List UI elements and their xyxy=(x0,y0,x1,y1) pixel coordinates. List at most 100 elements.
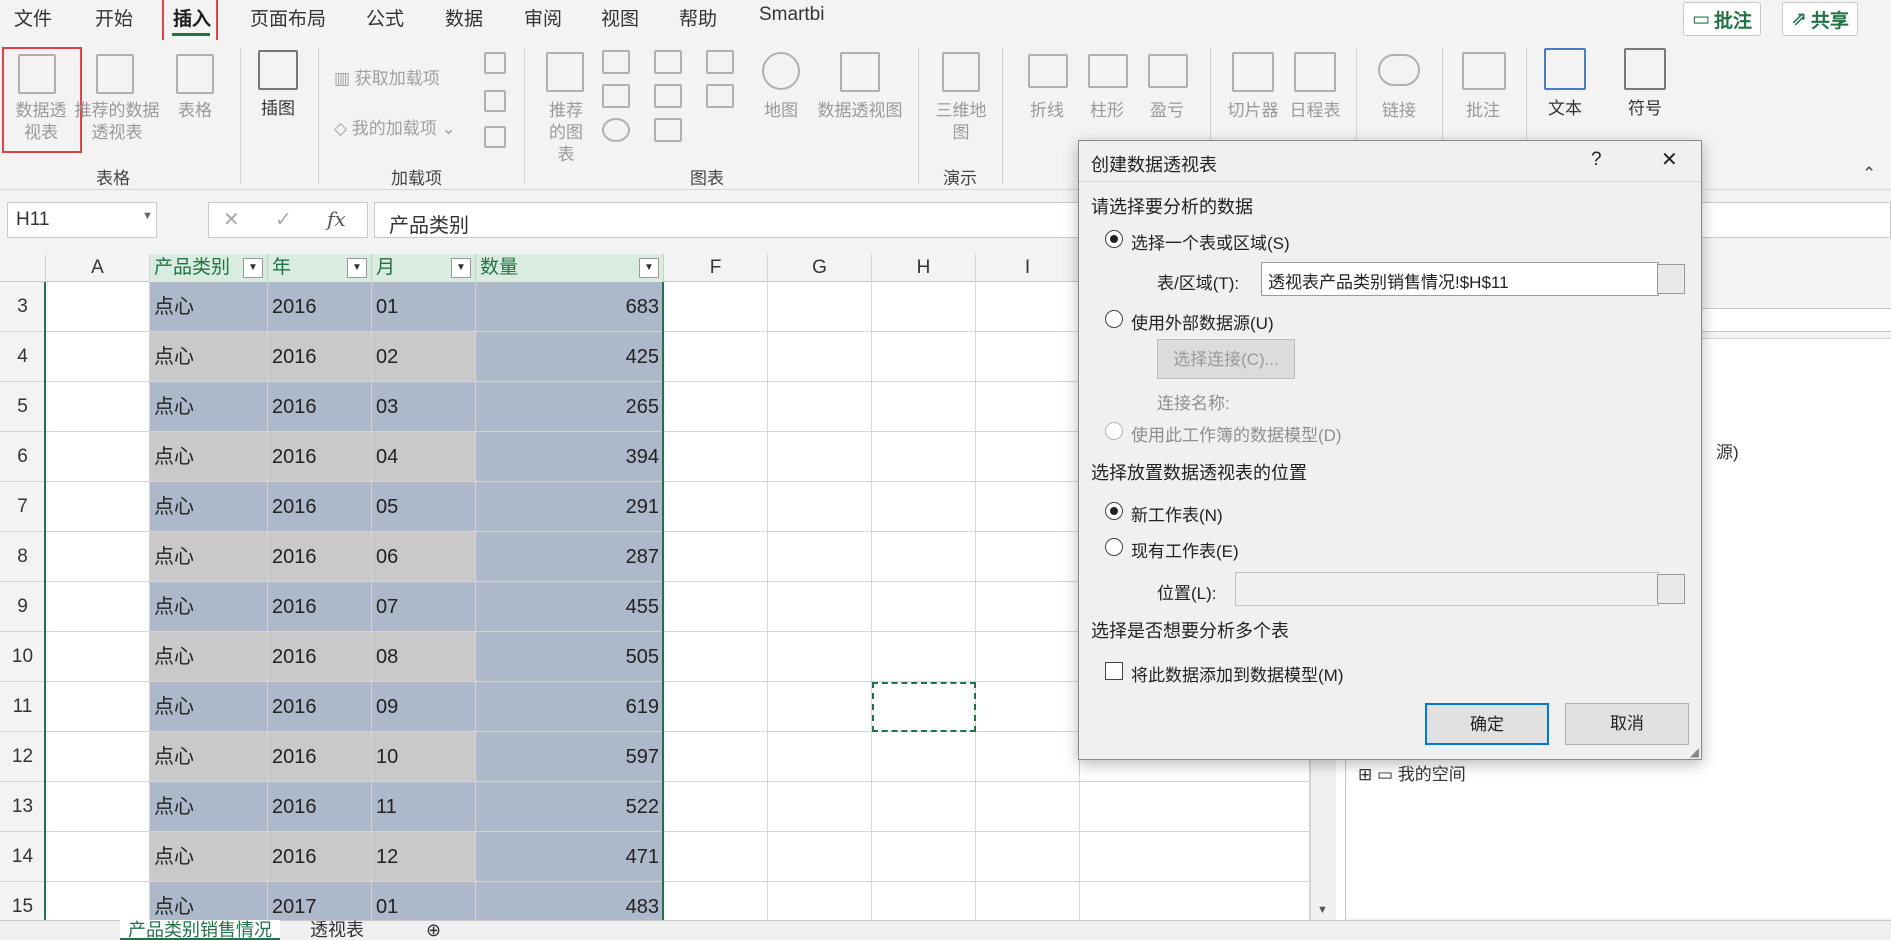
table-cell[interactable]: 点心 xyxy=(150,632,268,682)
column-header-i[interactable]: I xyxy=(976,254,1080,282)
table-cell[interactable]: 点心 xyxy=(150,432,268,482)
filter-dropdown-icon[interactable]: ▼ xyxy=(639,258,659,278)
table-cell[interactable]: 09 xyxy=(372,682,476,732)
table-cell[interactable] xyxy=(768,682,872,732)
row-header[interactable]: 12 xyxy=(0,732,46,782)
table-cell[interactable] xyxy=(1080,782,1310,832)
table-cell[interactable] xyxy=(46,282,150,332)
table-cell[interactable] xyxy=(768,632,872,682)
checkbox-add-data-model[interactable] xyxy=(1105,662,1123,680)
table-cell[interactable]: 425 xyxy=(476,332,664,382)
location-select-icon[interactable] xyxy=(1657,574,1685,604)
table-cell[interactable] xyxy=(768,582,872,632)
table-cell[interactable]: 287 xyxy=(476,532,664,582)
row-header[interactable]: 3 xyxy=(0,282,46,332)
table-cell[interactable]: 点心 xyxy=(150,682,268,732)
row-header[interactable]: 7 xyxy=(0,482,46,532)
header-cell-quantity[interactable]: 数量 ▼ xyxy=(476,254,664,282)
table-cell[interactable] xyxy=(46,732,150,782)
resize-grip-icon[interactable]: ◢ xyxy=(1690,745,1699,759)
table-cell[interactable]: 点心 xyxy=(150,832,268,882)
pivot-table-button[interactable]: 数据透视表 xyxy=(6,100,76,144)
table-cell[interactable] xyxy=(976,382,1080,432)
sparkline-column-button[interactable]: 柱形 xyxy=(1084,100,1130,122)
table-cell[interactable]: 12 xyxy=(372,832,476,882)
table-cell[interactable] xyxy=(872,482,976,532)
table-cell[interactable] xyxy=(872,432,976,482)
radio-existing-worksheet[interactable] xyxy=(1105,538,1123,556)
recommended-charts-button[interactable]: 推荐的图表 xyxy=(534,100,598,166)
cancel-button[interactable]: 取消 xyxy=(1565,703,1689,745)
tab-home[interactable]: 开始 xyxy=(95,4,133,31)
table-cell[interactable] xyxy=(976,632,1080,682)
table-cell[interactable] xyxy=(976,582,1080,632)
sheet-tab-pivot[interactable]: 透视表 xyxy=(302,920,372,940)
table-cell[interactable]: 505 xyxy=(476,632,664,682)
close-icon[interactable]: ✕ xyxy=(1661,147,1678,172)
3d-map-button[interactable]: 三维地图 xyxy=(930,100,992,144)
radio-external-source[interactable] xyxy=(1105,310,1123,328)
table-cell[interactable]: 2016 xyxy=(268,682,372,732)
table-cell[interactable] xyxy=(664,382,768,432)
table-cell[interactable]: 2016 xyxy=(268,582,372,632)
radio-data-model[interactable] xyxy=(1105,422,1123,440)
slicer-button[interactable]: 切片器 xyxy=(1224,100,1282,122)
table-cell[interactable] xyxy=(976,482,1080,532)
table-cell[interactable] xyxy=(768,782,872,832)
filter-dropdown-icon[interactable]: ▼ xyxy=(451,258,471,278)
table-cell[interactable]: 点心 xyxy=(150,732,268,782)
pivot-chart-button[interactable]: 数据透视图 xyxy=(812,100,908,122)
sheet-tab-sales[interactable]: 产品类别销售情况 xyxy=(120,920,280,940)
text-button[interactable]: 文本 xyxy=(1538,98,1592,120)
name-box-dropdown-icon[interactable]: ▼ xyxy=(142,210,153,222)
timeline-button[interactable]: 日程表 xyxy=(1286,100,1344,122)
scroll-down-icon[interactable]: ▼ xyxy=(1317,904,1328,916)
table-cell[interactable]: 619 xyxy=(476,682,664,732)
table-cell[interactable]: 07 xyxy=(372,582,476,632)
table-cell[interactable] xyxy=(46,682,150,732)
table-cell[interactable] xyxy=(872,632,976,682)
tab-review[interactable]: 审阅 xyxy=(524,4,562,31)
table-cell[interactable] xyxy=(46,832,150,882)
table-cell[interactable]: 11 xyxy=(372,782,476,832)
map-button[interactable]: 地图 xyxy=(758,100,804,122)
table-cell[interactable] xyxy=(768,382,872,432)
table-cell[interactable]: 2016 xyxy=(268,782,372,832)
header-cell-category[interactable]: 产品类别 ▼ xyxy=(150,254,268,282)
table-cell[interactable] xyxy=(872,582,976,632)
header-cell-year[interactable]: 年 ▼ xyxy=(268,254,372,282)
column-header-h[interactable]: H xyxy=(872,254,976,282)
table-cell[interactable] xyxy=(664,732,768,782)
table-cell[interactable]: 点心 xyxy=(150,282,268,332)
table-cell[interactable]: 点心 xyxy=(150,532,268,582)
share-button[interactable]: ⇗ 共享 xyxy=(1782,2,1858,36)
table-cell[interactable]: 265 xyxy=(476,382,664,432)
pie-chart-icon[interactable] xyxy=(602,118,630,142)
table-cell[interactable]: 597 xyxy=(476,732,664,782)
table-range-input[interactable]: 透视表产品类别销售情况!$H$11 xyxy=(1261,262,1659,296)
table-cell[interactable] xyxy=(768,332,872,382)
table-cell[interactable]: 05 xyxy=(372,482,476,532)
insert-function-button[interactable]: fx xyxy=(327,207,346,231)
table-cell[interactable] xyxy=(664,582,768,632)
table-cell[interactable] xyxy=(46,782,150,832)
tab-view[interactable]: 视图 xyxy=(601,4,639,31)
table-cell[interactable] xyxy=(976,332,1080,382)
table-cell[interactable]: 394 xyxy=(476,432,664,482)
range-select-icon[interactable] xyxy=(1657,264,1685,294)
collapse-ribbon-icon[interactable]: ⌃ xyxy=(1862,164,1876,184)
table-cell[interactable]: 08 xyxy=(372,632,476,682)
table-cell[interactable]: 683 xyxy=(476,282,664,332)
sparkline-winloss-button[interactable]: 盈亏 xyxy=(1144,100,1190,122)
table-cell[interactable]: 2016 xyxy=(268,382,372,432)
table-cell[interactable] xyxy=(664,332,768,382)
table-cell[interactable]: 2016 xyxy=(268,732,372,782)
table-cell[interactable] xyxy=(46,482,150,532)
table-cell[interactable] xyxy=(664,682,768,732)
table-cell[interactable] xyxy=(664,282,768,332)
table-cell[interactable] xyxy=(872,282,976,332)
table-cell[interactable] xyxy=(46,532,150,582)
column-header-g[interactable]: G xyxy=(768,254,872,282)
table-cell[interactable]: 2016 xyxy=(268,332,372,382)
header-cell-month[interactable]: 月 ▼ xyxy=(372,254,476,282)
